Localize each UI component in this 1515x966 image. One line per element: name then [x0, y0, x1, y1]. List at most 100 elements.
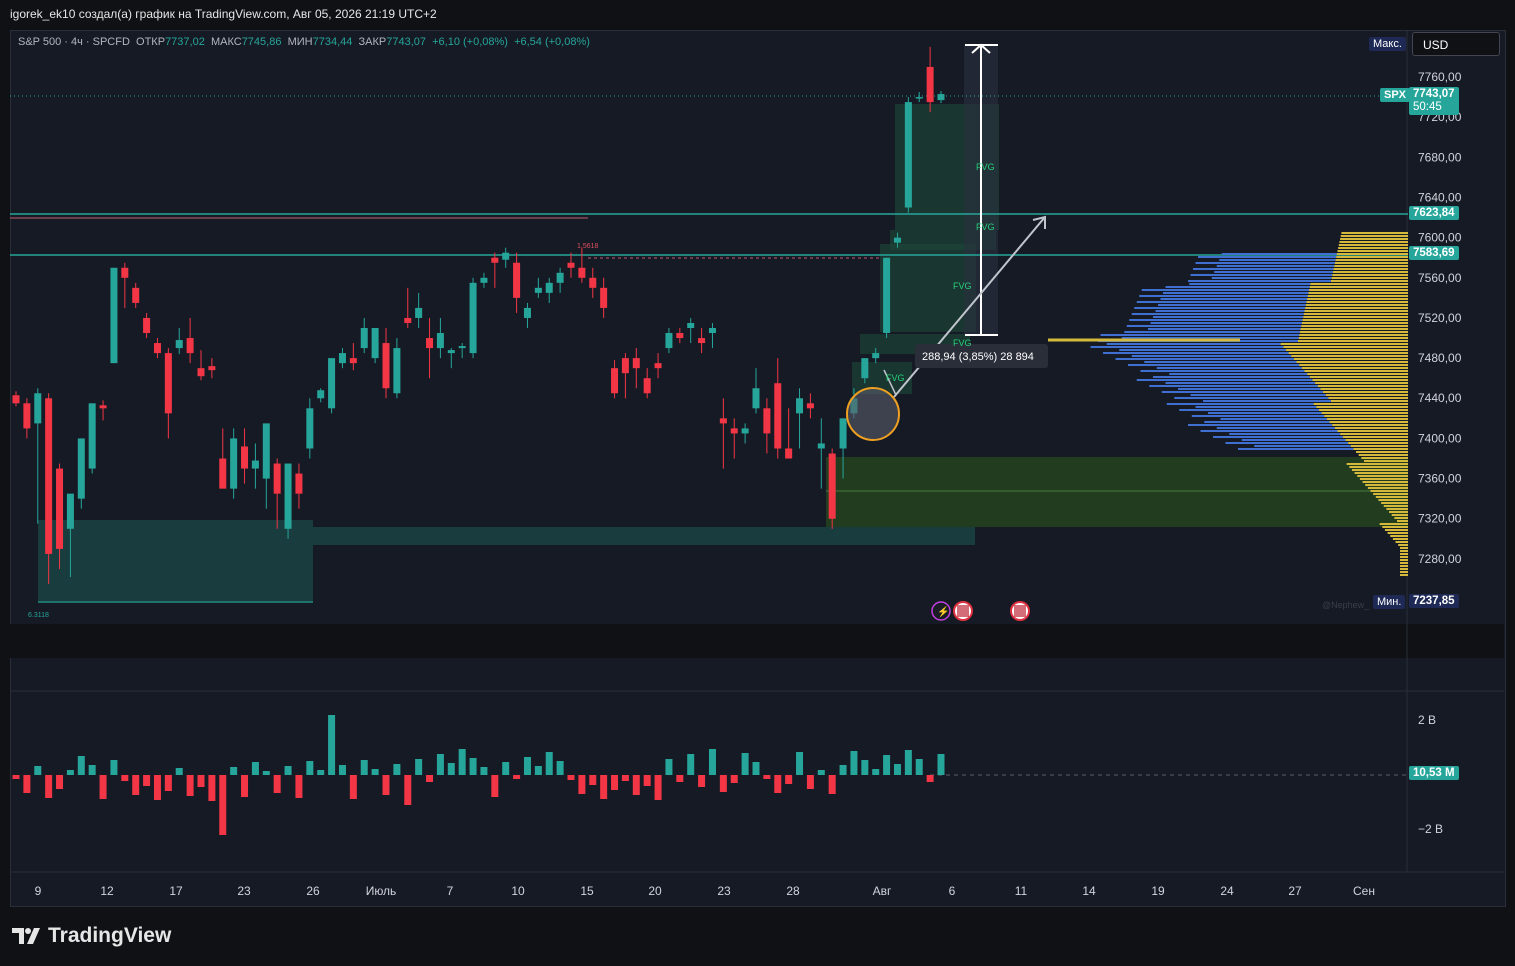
candle-body[interactable]: [676, 333, 684, 339]
candle-body[interactable]: [45, 398, 53, 554]
candle-body[interactable]: [415, 307, 423, 318]
candle-body[interactable]: [502, 252, 510, 260]
candle-body[interactable]: [436, 333, 444, 349]
candle-body[interactable]: [77, 438, 85, 499]
candle-body[interactable]: [88, 403, 96, 469]
candle-body[interactable]: [719, 418, 727, 424]
candle-body[interactable]: [567, 262, 575, 268]
candle-body[interactable]: [643, 378, 651, 394]
profile-bar: [1219, 259, 1336, 261]
candle-body[interactable]: [545, 282, 553, 293]
tradingview-brand[interactable]: TradingView: [12, 924, 171, 948]
candle-body[interactable]: [796, 398, 804, 414]
candle-body[interactable]: [534, 287, 542, 293]
candle-body[interactable]: [12, 395, 20, 404]
candle-body[interactable]: [175, 340, 183, 349]
candle-body[interactable]: [426, 338, 434, 349]
candle-body[interactable]: [698, 338, 706, 344]
candle-body[interactable]: [295, 473, 303, 494]
symbol-label[interactable]: S&P 500 · 4ч · SPCFD: [18, 36, 130, 48]
candle-body[interactable]: [491, 257, 499, 263]
candle-body[interactable]: [153, 343, 161, 354]
candle-body[interactable]: [230, 438, 238, 489]
profile-bar: [1332, 424, 1408, 426]
candle-body[interactable]: [306, 408, 314, 449]
profile-bar: [1305, 304, 1408, 306]
candle-body[interactable]: [730, 428, 738, 434]
candle-body[interactable]: [164, 353, 172, 414]
candle-body[interactable]: [219, 458, 227, 489]
candle-body[interactable]: [883, 257, 891, 334]
candle-body[interactable]: [785, 448, 793, 459]
candle-body[interactable]: [197, 368, 205, 377]
candle-body[interactable]: [458, 346, 466, 349]
candle-body[interactable]: [872, 353, 880, 359]
candle-body[interactable]: [828, 453, 836, 519]
candle-body[interactable]: [926, 66, 934, 103]
candle-body[interactable]: [763, 408, 771, 434]
candle-body[interactable]: [915, 97, 923, 99]
candle-body[interactable]: [839, 418, 847, 449]
profile-bar: [1351, 469, 1408, 471]
candle-body[interactable]: [589, 277, 597, 288]
candle-body[interactable]: [273, 463, 281, 494]
candle-body[interactable]: [132, 287, 140, 303]
candle-body[interactable]: [611, 368, 619, 394]
profile-bar: [1318, 409, 1408, 411]
candle-body[interactable]: [404, 317, 412, 323]
candle-body[interactable]: [393, 348, 401, 394]
candle-body[interactable]: [774, 383, 782, 449]
candle-body[interactable]: [317, 390, 325, 399]
candle-body[interactable]: [241, 446, 249, 469]
candle-body[interactable]: [338, 353, 346, 364]
candle-body[interactable]: [578, 267, 586, 278]
candle-body[interactable]: [56, 468, 64, 549]
candle-body[interactable]: [904, 102, 912, 208]
candle-body[interactable]: [600, 287, 608, 308]
candle-body[interactable]: [99, 405, 107, 409]
candle-body[interactable]: [371, 328, 379, 359]
candle-body[interactable]: [513, 262, 521, 298]
candle-body[interactable]: [741, 428, 749, 434]
candle-body[interactable]: [66, 493, 74, 529]
candle-body[interactable]: [665, 333, 673, 349]
profile-bar: [1131, 355, 1292, 357]
candle-body[interactable]: [937, 94, 945, 101]
candle-body[interactable]: [556, 272, 564, 283]
candle-body[interactable]: [523, 307, 531, 318]
candle-body[interactable]: [893, 237, 901, 243]
candle-body[interactable]: [360, 328, 368, 349]
currency-selector[interactable]: USD: [1412, 32, 1500, 56]
candle-body[interactable]: [752, 388, 760, 409]
profile-bar: [1188, 280, 1331, 282]
candle-body[interactable]: [806, 403, 814, 409]
candle-body[interactable]: [687, 322, 695, 328]
candle-body[interactable]: [23, 403, 31, 429]
candle-body[interactable]: [349, 358, 357, 364]
candle-body[interactable]: [284, 463, 292, 529]
candle-body[interactable]: [621, 358, 629, 374]
highlight-circle[interactable]: [846, 387, 900, 441]
candle-body[interactable]: [34, 393, 42, 424]
candle-body[interactable]: [447, 350, 455, 354]
candle-body[interactable]: [251, 460, 259, 469]
candle-body[interactable]: [382, 343, 390, 389]
candle-body[interactable]: [110, 267, 118, 364]
candle-body[interactable]: [861, 358, 869, 379]
candle-body[interactable]: [632, 358, 640, 369]
chart-canvas[interactable]: 288,94 (3,85%) 28 894 FVG FVG FVG FVG FV…: [0, 0, 1515, 966]
profile-bar: [1220, 418, 1327, 420]
candle-body[interactable]: [121, 267, 129, 278]
candle-body[interactable]: [262, 423, 270, 479]
candle-body[interactable]: [480, 277, 488, 283]
candle-body[interactable]: [208, 366, 216, 371]
volume-bar: [45, 775, 53, 798]
candle-body[interactable]: [143, 317, 151, 334]
profile-bar: [1400, 553, 1408, 555]
candle-body[interactable]: [708, 328, 716, 334]
candle-body[interactable]: [469, 282, 477, 354]
candle-body[interactable]: [817, 443, 825, 449]
candle-body[interactable]: [186, 338, 194, 354]
candle-body[interactable]: [328, 358, 336, 409]
candle-body[interactable]: [654, 363, 662, 369]
